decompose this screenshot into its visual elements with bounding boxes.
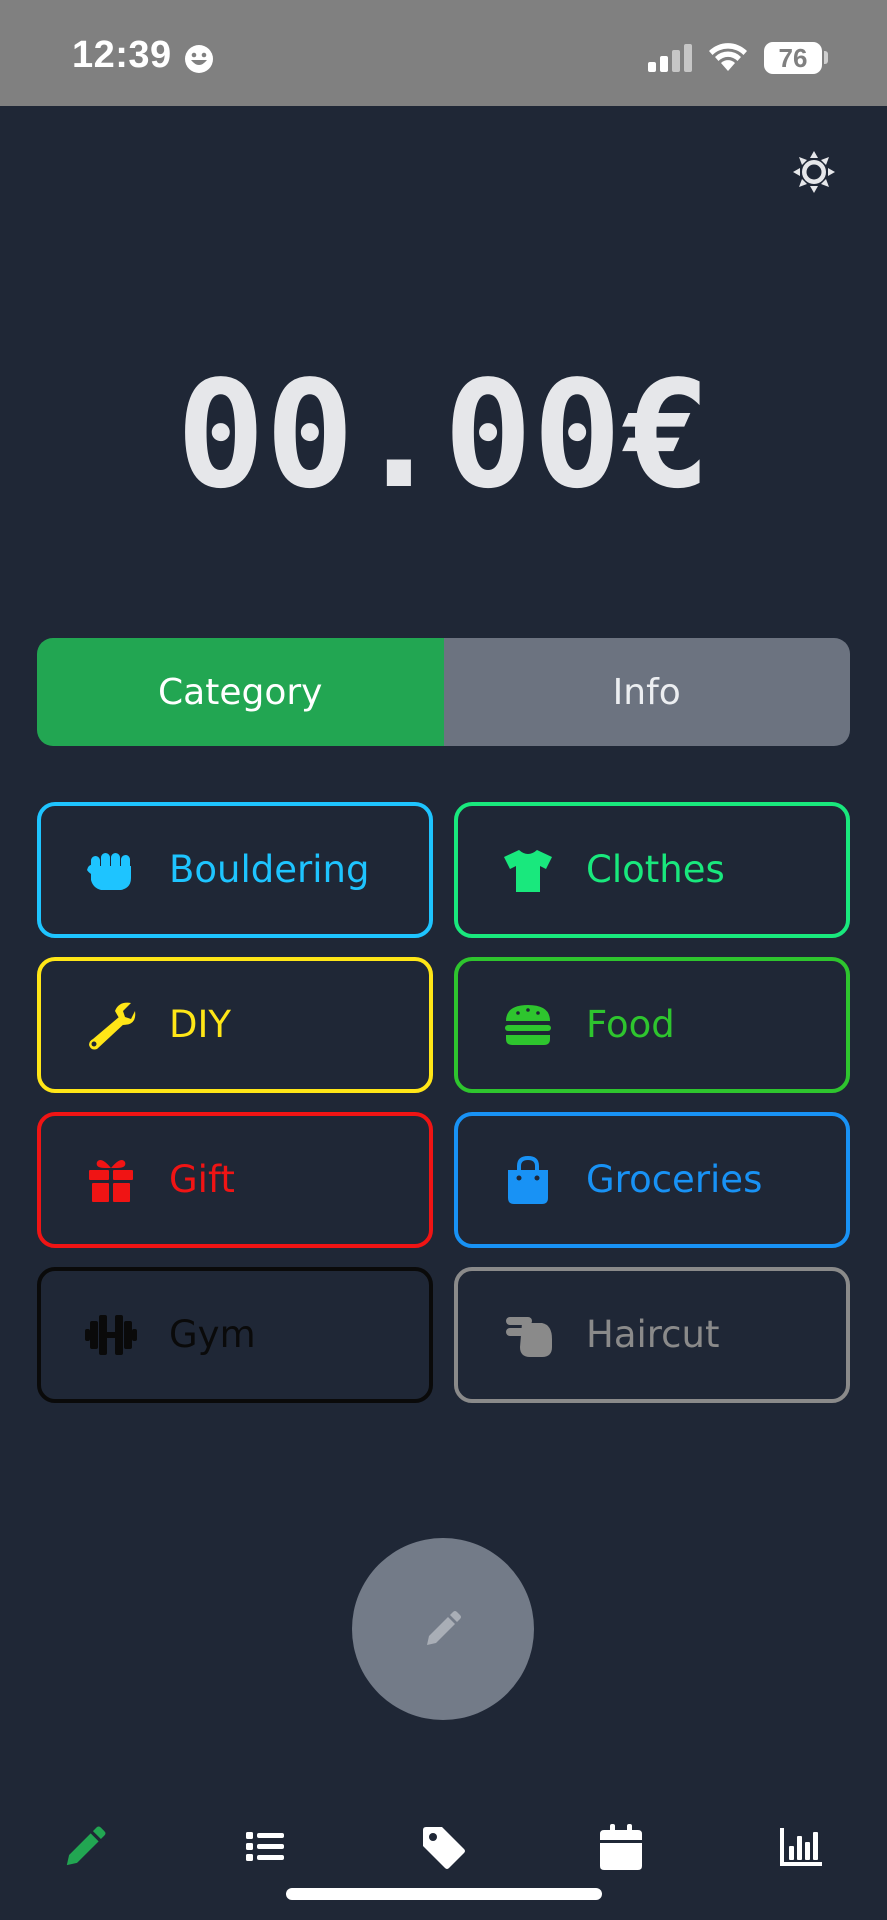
home-indicator (286, 1888, 602, 1900)
battery-tip (824, 51, 828, 64)
category-clothes-button[interactable]: Clothes (454, 802, 850, 938)
sun-icon (793, 151, 835, 193)
nav-statistics[interactable] (776, 1822, 836, 1872)
category-label: Gym (169, 1313, 256, 1356)
scissors-hand-icon (506, 1317, 552, 1357)
category-label: Clothes (586, 848, 725, 891)
category-gym-button[interactable]: Gym (37, 1267, 433, 1403)
category-bouldering-button[interactable]: Bouldering (37, 802, 433, 938)
category-label: Haircut (586, 1313, 720, 1356)
nav-tags[interactable] (418, 1822, 478, 1872)
amount-display: 00.00€ (176, 349, 711, 521)
fist-icon (87, 853, 131, 890)
battery-indicator: 76 (764, 42, 822, 74)
list-icon (246, 1832, 284, 1861)
edit-fab-button[interactable] (352, 1538, 534, 1720)
pencil-icon (427, 1611, 461, 1645)
category-food-button[interactable]: Food (454, 957, 850, 1093)
gift-icon (89, 1160, 133, 1202)
status-time: 12:39 (72, 34, 172, 76)
mode-segmented-control: Category Info (37, 638, 850, 746)
calendar-icon (600, 1824, 642, 1870)
burger-icon (505, 1005, 551, 1045)
category-gift-button[interactable]: Gift (37, 1112, 433, 1248)
category-label: DIY (169, 1003, 232, 1046)
category-haircut-button[interactable]: Haircut (454, 1267, 850, 1403)
cellular-signal-icon (648, 44, 692, 76)
tag-icon (423, 1827, 465, 1869)
chart-icon (780, 1828, 822, 1866)
theme-toggle-button[interactable] (790, 148, 838, 196)
category-label: Gift (169, 1158, 235, 1201)
category-groceries-button[interactable]: Groceries (454, 1112, 850, 1248)
shopping-bag-icon (508, 1155, 548, 1204)
category-label: Bouldering (169, 848, 370, 891)
smiley-icon (184, 44, 214, 78)
category-diy-button[interactable]: DIY (37, 957, 433, 1093)
nav-list[interactable] (240, 1822, 300, 1872)
category-label: Food (586, 1003, 675, 1046)
status-bar: 12:39 76 (0, 0, 887, 106)
edit-icon (66, 1826, 106, 1866)
dumbbell-icon (85, 1315, 137, 1355)
nav-edit[interactable] (60, 1822, 120, 1872)
tab-info[interactable]: Info (443, 638, 850, 746)
wifi-icon (708, 42, 748, 76)
wrench-icon (89, 1002, 136, 1050)
tab-category[interactable]: Category (37, 638, 444, 746)
shirt-icon (504, 850, 552, 892)
category-label: Groceries (586, 1158, 763, 1201)
nav-calendar[interactable] (596, 1822, 656, 1872)
